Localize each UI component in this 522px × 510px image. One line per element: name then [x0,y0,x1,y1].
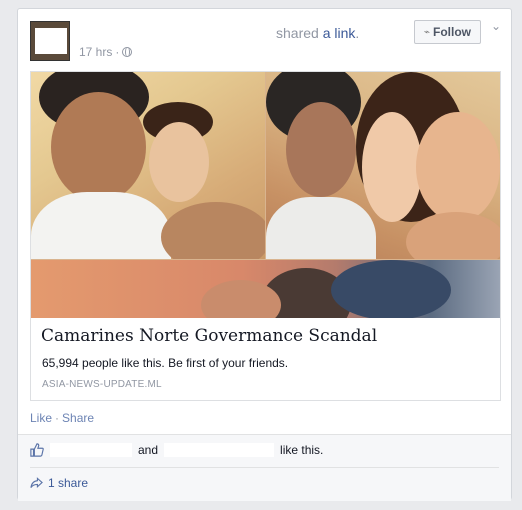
chevron-down-icon[interactable]: ⌄ [489,19,503,33]
post-actions: Like · Share [30,411,94,425]
feedback-divider [30,467,499,468]
like-link[interactable]: Like [30,411,52,425]
photo-tile-right [266,72,500,259]
post-card: shared a link. 17 hrs · ⌁ Follow ⌄ Camar… [17,8,512,501]
likers-row: and like this. [30,443,323,457]
timestamp[interactable]: 17 hrs [79,45,112,59]
share-arrow-icon [30,477,43,488]
liker-name-redacted[interactable] [50,443,132,457]
thumbs-up-icon [30,443,44,457]
meta-separator: · [115,45,120,59]
likers-suffix: like this. [280,443,324,457]
share-count-row[interactable]: 1 share [30,476,88,490]
action-prefix: shared [276,25,323,41]
post-meta: 17 hrs · [79,45,133,59]
post-action-line: shared a link. [276,25,359,41]
avatar[interactable] [30,21,70,61]
attachment-photo[interactable] [31,72,500,318]
share-count[interactable]: 1 share [48,476,88,490]
photo-tile-left [31,72,265,259]
actions-separator: · [55,411,60,425]
shared-link[interactable]: a link [323,25,356,41]
attachment-title[interactable]: Camarines Norte Govermance Scandal [41,326,377,346]
feedback-panel: and like this. 1 share [18,434,511,501]
rss-icon: ⌁ [423,26,431,38]
likers-and: and [138,443,159,457]
photo-tile-bottom [31,260,500,318]
liker-others-redacted[interactable] [164,443,275,457]
attachment-domain: ASIA-NEWS-UPDATE.ML [42,379,162,390]
action-suffix: . [355,25,360,41]
follow-button[interactable]: ⌁ Follow [414,20,481,44]
follow-label: Follow [433,25,472,39]
share-link[interactable]: Share [62,411,94,425]
feedback-top-border [18,434,511,435]
globe-icon[interactable] [122,46,133,57]
author-name-redacted [78,23,258,39]
avatar-redaction [35,28,67,54]
link-attachment[interactable]: Camarines Norte Govermance Scandal 65,99… [30,71,501,401]
attachment-likes: 65,994 people like this. Be first of you… [42,356,289,370]
